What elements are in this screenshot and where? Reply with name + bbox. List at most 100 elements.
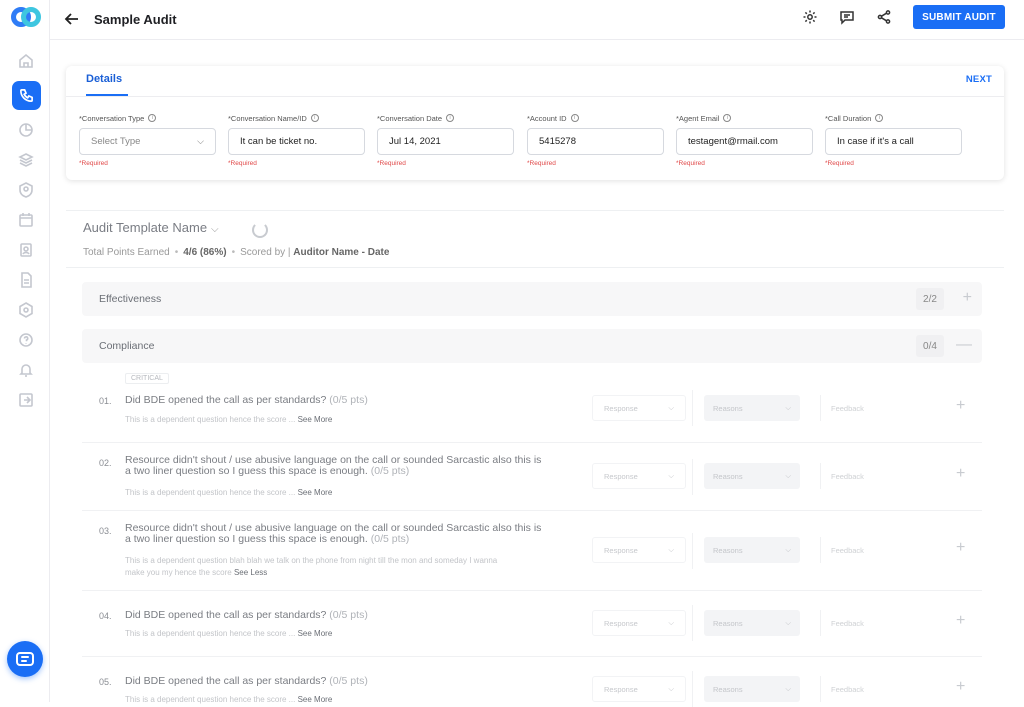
- info-icon[interactable]: i: [311, 114, 319, 122]
- question-row: 02. Resource didn't shout / use abusive …: [82, 443, 982, 511]
- section-compliance[interactable]: Compliance 0/4 —: [82, 329, 982, 363]
- account-id-field: *Account IDi 5415278 *Required: [527, 112, 667, 167]
- question-points: (0/5 pts): [371, 533, 410, 545]
- info-icon[interactable]: i: [723, 114, 731, 122]
- feedback-input[interactable]: Feedback: [820, 395, 960, 421]
- info-icon[interactable]: i: [446, 114, 454, 122]
- pie-chart-icon[interactable]: [17, 121, 35, 139]
- question-text: Resource didn't shout / use abusive lang…: [125, 523, 545, 545]
- scored-by-label: Scored by: [240, 247, 285, 258]
- section-effectiveness[interactable]: Effectiveness 2/2 +: [82, 282, 982, 316]
- add-plus-icon[interactable]: +: [956, 397, 965, 415]
- field-label: *Conversation Name/ID: [228, 114, 307, 123]
- info-icon[interactable]: i: [571, 114, 579, 122]
- contact-card-icon[interactable]: [17, 241, 35, 259]
- conversation-name-field: *Conversation Name/ID i It can be ticket …: [228, 112, 368, 167]
- reasons-select[interactable]: Reasons⌵: [704, 676, 800, 702]
- bell-icon[interactable]: [17, 361, 35, 379]
- response-select[interactable]: Response ⌵: [592, 537, 686, 563]
- expand-plus-icon[interactable]: +: [963, 289, 972, 307]
- description-text: This is a dependent question hence the s…: [125, 488, 295, 497]
- question-points: (0/5 pts): [371, 465, 410, 477]
- reasons-select[interactable]: Reasons⌵: [704, 463, 800, 489]
- see-more-link[interactable]: See More: [298, 488, 333, 497]
- loading-spinner-icon: [252, 222, 268, 238]
- next-button[interactable]: NEXT: [966, 74, 992, 85]
- calendar-icon[interactable]: [17, 211, 35, 229]
- chat-support-button[interactable]: [7, 641, 43, 677]
- response-label: Response: [604, 546, 638, 555]
- feedback-input[interactable]: Feedback: [820, 463, 960, 489]
- top-bar: Sample Audit SUBMIT AUDIT: [50, 0, 1024, 40]
- response-select[interactable]: Response ⌵: [592, 395, 686, 421]
- conversation-type-select[interactable]: Select Type⌵: [79, 128, 216, 155]
- question-row: 04. Did BDE opened the call as per stand…: [82, 591, 982, 657]
- reasons-select[interactable]: Reasons⌵: [704, 395, 800, 421]
- info-icon[interactable]: i: [875, 114, 883, 122]
- reasons-label: Reasons: [713, 404, 743, 413]
- reasons-select[interactable]: Reasons⌵: [704, 537, 800, 563]
- logout-icon[interactable]: [17, 391, 35, 409]
- chevron-down-icon: ⌵: [668, 403, 674, 413]
- field-label: *Account ID: [527, 114, 567, 123]
- chevron-down-icon: ⌵: [668, 618, 674, 628]
- chevron-down-icon: ⌵: [668, 545, 674, 555]
- feedback-input[interactable]: Feedback: [820, 537, 960, 563]
- see-more-link[interactable]: See More: [298, 629, 333, 638]
- feedback-input[interactable]: Feedback: [820, 676, 960, 702]
- account-id-input[interactable]: 5415278: [527, 128, 664, 155]
- reasons-select[interactable]: Reasons⌵: [704, 610, 800, 636]
- question-label: Did BDE opened the call as per standards…: [125, 394, 326, 406]
- section-name: Effectiveness: [99, 293, 161, 305]
- comments-icon[interactable]: [839, 9, 855, 25]
- agent-email-input[interactable]: testagent@rmail.com: [676, 128, 813, 155]
- help-icon[interactable]: [17, 331, 35, 349]
- description-text: This is a dependent question hence the s…: [125, 629, 295, 638]
- document-icon[interactable]: [17, 271, 35, 289]
- response-select[interactable]: Response⌵: [592, 463, 686, 489]
- phone-icon[interactable]: [12, 81, 41, 110]
- response-select[interactable]: Response⌵: [592, 676, 686, 702]
- section-score: 2/2: [916, 288, 944, 310]
- add-plus-icon[interactable]: +: [956, 465, 965, 483]
- add-plus-icon[interactable]: +: [956, 539, 965, 557]
- response-label: Response: [604, 619, 638, 628]
- tab-divider: [66, 96, 1004, 97]
- sidebar: [0, 0, 50, 702]
- app-logo[interactable]: [11, 7, 41, 27]
- reasons-label: Reasons: [713, 685, 743, 694]
- response-select[interactable]: Response ⌵: [592, 610, 686, 636]
- add-plus-icon[interactable]: +: [956, 678, 965, 696]
- collapse-minus-icon[interactable]: —: [956, 336, 972, 354]
- template-name-dropdown[interactable]: Audit Template Name⌵: [83, 220, 219, 235]
- home-icon[interactable]: [17, 52, 35, 70]
- feedback-input[interactable]: Feedback: [820, 610, 960, 636]
- critical-badge: CRITICAL: [125, 373, 169, 384]
- required-note: *Required: [79, 160, 219, 167]
- share-icon[interactable]: [876, 9, 892, 25]
- chevron-down-icon: ⌵: [785, 471, 791, 481]
- see-more-link[interactable]: See More: [298, 695, 333, 704]
- see-less-link[interactable]: See Less: [234, 568, 267, 577]
- submit-audit-button[interactable]: SUBMIT AUDIT: [913, 5, 1005, 29]
- conversation-date-input[interactable]: Jul 14, 2021: [377, 128, 514, 155]
- call-duration-field: *Call Durationi In case if it's a call *…: [825, 112, 965, 167]
- chevron-down-icon: ⌵: [197, 136, 204, 147]
- hexagon-settings-icon[interactable]: [17, 301, 35, 319]
- see-more-link[interactable]: See More: [298, 415, 333, 424]
- back-arrow-icon[interactable]: [64, 11, 80, 27]
- template-name: Audit Template Name: [83, 220, 207, 235]
- reasons-label: Reasons: [713, 546, 743, 555]
- response-label: Response: [604, 404, 638, 413]
- question-number: 01.: [99, 396, 112, 406]
- add-plus-icon[interactable]: +: [956, 612, 965, 630]
- settings-gear-icon[interactable]: [802, 9, 818, 25]
- user-shield-icon[interactable]: [17, 181, 35, 199]
- conversation-name-input[interactable]: It can be ticket no.: [228, 128, 365, 155]
- page-title: Sample Audit: [94, 12, 177, 27]
- call-duration-input[interactable]: In case if it's a call: [825, 128, 962, 155]
- layers-icon[interactable]: [17, 151, 35, 169]
- tab-details[interactable]: Details: [86, 73, 128, 96]
- info-icon[interactable]: i: [148, 114, 156, 122]
- field-label: *Conversation Date: [377, 114, 442, 123]
